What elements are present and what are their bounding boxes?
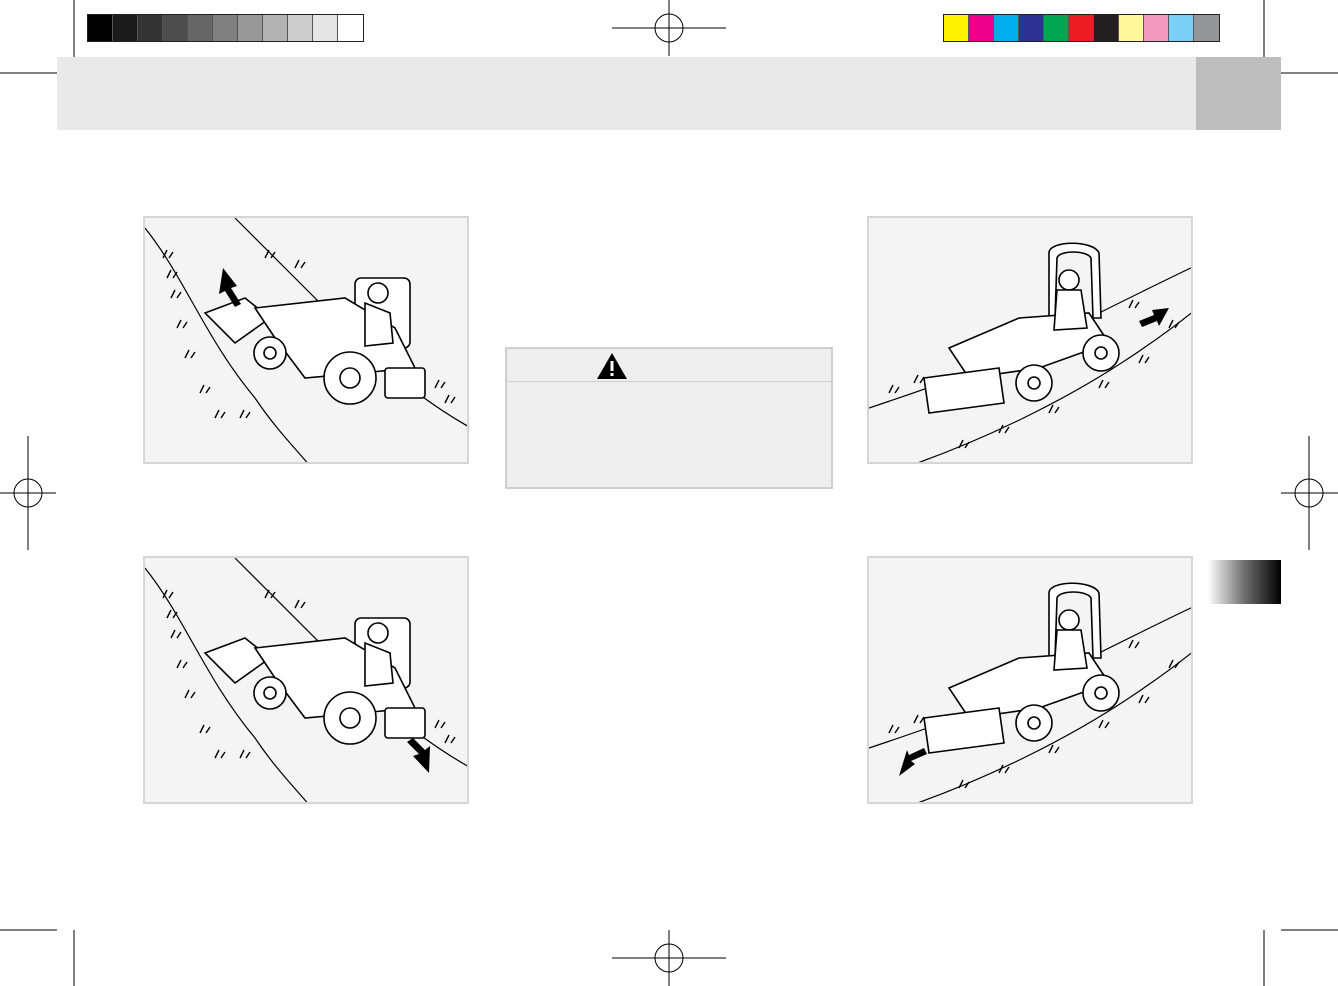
color-swatch [1144, 15, 1169, 41]
color-swatch-bar [943, 14, 1220, 42]
figure-slope-up-side [143, 216, 469, 464]
grayscale-swatch [338, 15, 363, 41]
color-swatch [1169, 15, 1194, 41]
tractor-illustration [203, 277, 426, 405]
grayscale-swatch [263, 15, 288, 41]
color-swatch [969, 15, 994, 41]
tractor-illustration [203, 617, 426, 745]
arrow-down-icon [899, 748, 927, 776]
arrow-up-icon [219, 268, 241, 307]
tractor-illustration [923, 582, 1120, 754]
arrow-down-icon [407, 738, 430, 773]
grayscale-swatch [113, 15, 138, 41]
grayscale-swatch [213, 15, 238, 41]
grayscale-swatch [238, 15, 263, 41]
grayscale-swatch [88, 15, 113, 41]
chapter-tab [1208, 560, 1281, 604]
figure-slope-down-front [867, 556, 1193, 804]
warning-triangle-icon [597, 353, 627, 379]
grayscale-swatch-bar [87, 14, 364, 42]
grayscale-swatch [188, 15, 213, 41]
color-swatch [944, 15, 969, 41]
figure-slope-down-side [143, 556, 469, 804]
grayscale-swatch [313, 15, 338, 41]
tractor-illustration [923, 242, 1120, 414]
color-swatch [994, 15, 1019, 41]
color-swatch [1119, 15, 1144, 41]
header-tab [1196, 57, 1281, 130]
color-swatch [1069, 15, 1094, 41]
figure-slope-up-front [867, 216, 1193, 464]
color-swatch [1094, 15, 1119, 41]
color-swatch [1044, 15, 1069, 41]
color-swatch [1019, 15, 1044, 41]
grayscale-swatch [163, 15, 188, 41]
grayscale-swatch [288, 15, 313, 41]
header-band [57, 57, 1196, 130]
color-swatch [1194, 15, 1219, 41]
grayscale-swatch [138, 15, 163, 41]
arrow-up-icon [1139, 308, 1169, 327]
warning-box [505, 347, 833, 489]
crop-marks [0, 0, 1338, 986]
warning-header [507, 349, 831, 382]
